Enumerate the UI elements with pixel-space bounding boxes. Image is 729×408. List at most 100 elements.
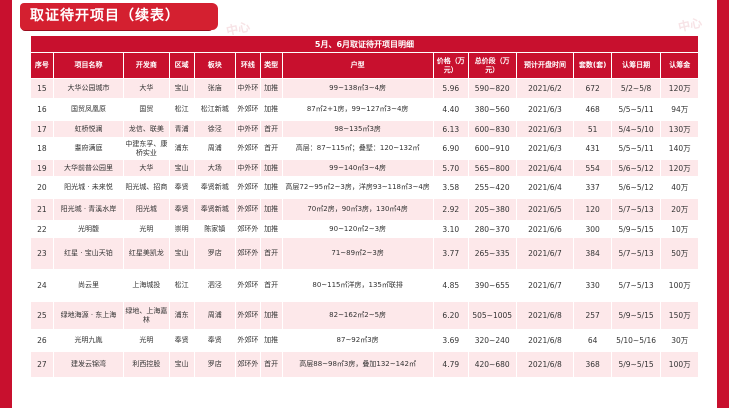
table-cell: 2021/6/4 xyxy=(515,176,575,199)
table-cell: 205~380 xyxy=(467,198,517,221)
table-cell: 光明 xyxy=(123,329,170,352)
table-cell: 崇明 xyxy=(168,220,195,238)
table-cell: 2021/6/7 xyxy=(515,237,575,270)
table-cell: 468 xyxy=(573,98,612,121)
table-cell: 光明 xyxy=(123,220,170,238)
table-row: 23 红星 · 宝山天铂 红星美凯龙 宝山 罗店 郊环外 首开 71~89㎡2~3房 3.77 2… xyxy=(30,237,699,270)
table-cell: 337 xyxy=(573,176,612,199)
table-cell: 张庙 xyxy=(193,78,236,99)
right-red-frame xyxy=(717,0,729,408)
table-cell: 奉贤 xyxy=(168,329,195,352)
table-cell: 尚云里 xyxy=(52,269,125,302)
table-cell: 30万 xyxy=(660,329,699,352)
table-cell: 郊环外 xyxy=(234,351,261,378)
table-cell: 94万 xyxy=(660,98,699,121)
table-cell: 高层88~98㎡3房，叠加132~142㎡ xyxy=(281,351,434,378)
table-cell: 2021/6/8 xyxy=(515,301,575,330)
table-cell: 2021/6/8 xyxy=(515,351,575,378)
table-row: 21 阳光城 · 青溪水岸 阳光城 奉贤 奉贤新城 外郊环 加推 70㎡2房，90㎡3房，13… xyxy=(30,198,699,221)
table-cell: 郊环外 xyxy=(234,237,261,270)
table-cell: 中外环 xyxy=(234,78,261,99)
table-cell: 郊环外 xyxy=(234,220,261,238)
table-row: 17 虹桥悦澜 龙信、联美 青浦 徐泾 中外环 首开 98~135㎡3房 6.13 600~830… xyxy=(30,120,699,138)
table-cell: 青浦 xyxy=(168,120,195,138)
table-cell: 26 xyxy=(30,329,54,352)
table-cell: 71~89㎡2~3房 xyxy=(281,237,434,270)
table-cell: 5/5~5/11 xyxy=(610,98,662,121)
table-cell: 20 xyxy=(30,176,54,199)
table-cell: 505~1005 xyxy=(467,301,517,330)
table-cell: 330 xyxy=(573,269,612,302)
table-cell: 27 xyxy=(30,351,54,378)
table-cell: 阳光城 · 青溪水岸 xyxy=(52,198,125,221)
table-cell: 奉贤新城 xyxy=(193,198,236,221)
table-cell: 280~370 xyxy=(467,220,517,238)
table-cell: 浦东 xyxy=(168,137,195,160)
table-cell: 上海城投 xyxy=(123,269,170,302)
table-cell: 5/10~5/16 xyxy=(610,329,662,352)
table-cell: 龙信、联美 xyxy=(123,120,170,138)
table-cell: 6.13 xyxy=(432,120,469,138)
table-cell: 罗店 xyxy=(193,351,236,378)
table-cell: 阳光城、招商 xyxy=(123,176,170,199)
column-header: 认筹金 xyxy=(660,52,699,79)
table-cell: 大华公园城市 xyxy=(52,78,125,99)
table-cell: 加推 xyxy=(259,220,283,238)
table-cell: 6.90 xyxy=(432,137,469,160)
table-cell: 5/6~5/12 xyxy=(610,159,662,177)
table-cell: 国贸凤凰原 xyxy=(52,98,125,121)
table-cell: 松江 xyxy=(168,98,195,121)
table-cell: 600~910 xyxy=(467,137,517,160)
table-cell: 外郊环 xyxy=(234,269,261,302)
column-header: 价格（万元） xyxy=(432,52,469,79)
table-cell: 2.92 xyxy=(432,198,469,221)
table-cell: 首开 xyxy=(259,351,283,378)
table-cell: 98~135㎡3房 xyxy=(281,120,434,138)
table-cell: 25 xyxy=(30,301,54,330)
table-cell: 82~162㎡2~5房 xyxy=(281,301,434,330)
table-cell: 宝山 xyxy=(168,237,195,270)
table-cell: 320~240 xyxy=(467,329,517,352)
table-cell: 24 xyxy=(30,269,54,302)
table-cell: 奉贤新城 xyxy=(193,176,236,199)
table-cell: 陈家镇 xyxy=(193,220,236,238)
table-cell: 浦东 xyxy=(168,301,195,330)
column-header: 环线 xyxy=(234,52,261,79)
table-cell: 70㎡2房，90㎡3房，130㎡4房 xyxy=(281,198,434,221)
table-cell: 420~680 xyxy=(467,351,517,378)
table-cell: 2021/6/3 xyxy=(515,137,575,160)
table-cell: 外郊环 xyxy=(234,329,261,352)
column-header: 类型 xyxy=(259,52,283,79)
table-cell: 3.77 xyxy=(432,237,469,270)
table-cell: 22 xyxy=(30,220,54,238)
table-cell: 17 xyxy=(30,120,54,138)
table-cell: 2021/6/6 xyxy=(515,220,575,238)
table-cell: 100万 xyxy=(660,351,699,378)
table-cell: 宝山 xyxy=(168,159,195,177)
column-header: 序号 xyxy=(30,52,54,79)
table-cell: 周浦 xyxy=(193,301,236,330)
table-row: 15 大华公园城市 大华 宝山 张庙 中外环 加推 99~138㎡3~4房 5.96 590~82… xyxy=(30,78,699,99)
table-cell: 15 xyxy=(30,78,54,99)
column-header: 套数(套) xyxy=(573,52,612,79)
table-cell: 外郊环 xyxy=(234,176,261,199)
table-cell: 390~655 xyxy=(467,269,517,302)
table-cell: 绿地、上海嘉林 xyxy=(123,301,170,330)
table-cell: 大华 xyxy=(123,78,170,99)
table-cell: 368 xyxy=(573,351,612,378)
table-cell: 90~120㎡2~3房 xyxy=(281,220,434,238)
table-cell: 2021/6/5 xyxy=(515,198,575,221)
table-cell: 周浦 xyxy=(193,137,236,160)
page-title: 取证待开项目（续表） xyxy=(20,3,218,30)
table-cell: 国贸 xyxy=(123,98,170,121)
table-cell: 红星 · 宝山天铂 xyxy=(52,237,125,270)
table-cell: 80~115㎡洋房，135㎡联排 xyxy=(281,269,434,302)
table-cell: 64 xyxy=(573,329,612,352)
table-cell: 阳光城 xyxy=(123,198,170,221)
table-cell: 130万 xyxy=(660,120,699,138)
table-cell: 2021/6/4 xyxy=(515,159,575,177)
table-cell: 加推 xyxy=(259,78,283,99)
table-cell: 外郊环 xyxy=(234,301,261,330)
table-cell: 5/9~5/15 xyxy=(610,220,662,238)
table-cell: 耋府满庭 xyxy=(52,137,125,160)
